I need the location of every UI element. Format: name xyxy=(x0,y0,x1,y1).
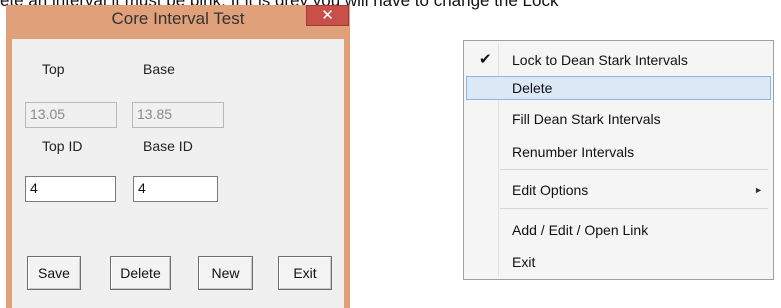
core-interval-dialog: Core Interval Test ✕ Top Base 13.05 13.8… xyxy=(6,5,350,308)
menu-item-fill-dean-stark[interactable]: Fill Dean Stark Intervals xyxy=(466,107,771,131)
top-depth-field: 13.05 xyxy=(25,102,117,128)
menu-item-label: Lock to Dean Stark Intervals xyxy=(512,52,688,68)
dialog-titlebar[interactable]: Core Interval Test ✕ xyxy=(6,5,350,39)
new-button[interactable]: New xyxy=(198,256,253,290)
top-id-label: Top ID xyxy=(42,138,83,154)
menu-item-label: Renumber Intervals xyxy=(512,144,635,160)
menu-item-label: Exit xyxy=(512,254,536,270)
menu-item-label: Fill Dean Stark Intervals xyxy=(512,111,661,127)
menu-item-label: Edit Options xyxy=(512,182,589,198)
dialog-title: Core Interval Test xyxy=(111,9,245,28)
submenu-arrow-icon: ► xyxy=(754,185,763,195)
delete-button[interactable]: Delete xyxy=(110,256,171,290)
menu-item-edit-options[interactable]: Edit Options ► xyxy=(466,178,771,202)
context-menu: ✔ Lock to Dean Stark Intervals Delete Fi… xyxy=(463,40,774,280)
base-id-field[interactable]: 4 xyxy=(133,176,218,202)
checkmark-icon: ✔ xyxy=(479,51,492,68)
exit-button[interactable]: Exit xyxy=(278,256,332,290)
menu-item-delete[interactable]: Delete xyxy=(466,76,771,100)
menu-separator xyxy=(500,169,768,170)
menu-item-lock-to-dean-stark[interactable]: ✔ Lock to Dean Stark Intervals xyxy=(466,48,771,72)
close-icon: ✕ xyxy=(321,7,334,24)
base-id-label: Base ID xyxy=(143,138,193,154)
menu-item-label: Add / Edit / Open Link xyxy=(512,222,649,238)
base-depth-field: 13.85 xyxy=(132,102,224,128)
close-button[interactable]: ✕ xyxy=(306,5,349,26)
save-button[interactable]: Save xyxy=(27,256,81,290)
top-label: Top xyxy=(42,61,65,77)
menu-item-exit[interactable]: Exit xyxy=(466,250,771,274)
top-id-field[interactable]: 4 xyxy=(25,176,116,202)
base-label: Base xyxy=(143,61,175,77)
menu-separator xyxy=(500,208,768,209)
menu-item-add-edit-open-link[interactable]: Add / Edit / Open Link xyxy=(466,218,771,242)
menu-item-renumber-intervals[interactable]: Renumber Intervals xyxy=(466,140,771,164)
menu-item-label: Delete xyxy=(512,80,553,96)
